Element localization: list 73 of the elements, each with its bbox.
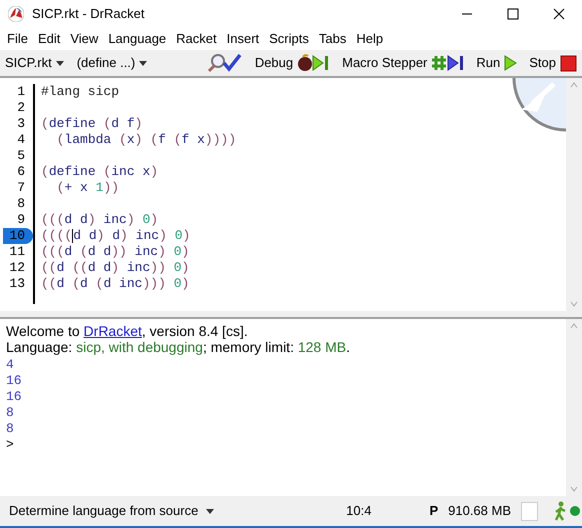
menu-item[interactable]: View xyxy=(65,29,104,49)
language-dropdown[interactable]: Determine language from source xyxy=(9,501,214,521)
status-box xyxy=(521,502,538,520)
stop-icon xyxy=(560,54,577,72)
drracket-link[interactable]: DrRacket xyxy=(84,323,142,339)
line-number: 1 xyxy=(17,84,26,100)
line-number: 7 xyxy=(17,180,26,196)
status-dot-icon xyxy=(570,506,580,516)
line-number: 6 xyxy=(17,164,26,180)
line-number: 5 xyxy=(17,148,26,164)
line-number: 13 xyxy=(9,276,26,292)
scroll-down-icon[interactable] xyxy=(570,486,578,492)
maximize-icon[interactable] xyxy=(507,8,519,20)
repl-prompt: > xyxy=(6,437,14,452)
scrollbar[interactable] xyxy=(566,319,582,496)
code-line: (define (inc x) xyxy=(41,164,158,180)
menu-item[interactable]: Language xyxy=(103,29,172,49)
result-value: 16 xyxy=(6,389,22,404)
menu-item[interactable]: Racket xyxy=(171,29,222,49)
code-line: (((d d) inc) 0) xyxy=(41,212,158,228)
result-value: 4 xyxy=(6,357,14,372)
code-line: ((d (d (d inc))) 0) xyxy=(41,276,190,292)
line-number: 12 xyxy=(9,260,26,276)
line-number: 11 xyxy=(9,244,26,260)
code-line: ((((d d) d) inc) 0) xyxy=(41,228,190,244)
run-button[interactable]: Run xyxy=(476,53,518,73)
line-number: 10 xyxy=(3,228,33,244)
scroll-up-icon[interactable] xyxy=(570,82,578,88)
line-number: 2 xyxy=(17,100,26,116)
result-value: 8 xyxy=(6,421,14,436)
language-text: Language: sicp, with debugging; memory limit: 128 MB. xyxy=(6,339,351,355)
result-value: 16 xyxy=(6,373,22,388)
walking-figure-icon xyxy=(554,501,568,521)
code-line: ((d ((d d) inc)) 0) xyxy=(41,260,190,276)
menu-item[interactable]: Scripts xyxy=(264,29,314,49)
memory-usage: 910.68 MB xyxy=(448,502,511,520)
definitions-dropdown[interactable]: (define ...) xyxy=(76,53,148,73)
debug-button[interactable]: Debug xyxy=(254,53,332,73)
caret-icon xyxy=(56,60,64,66)
stop-button[interactable]: Stop xyxy=(529,53,577,73)
cursor-position: 10:4 xyxy=(346,502,372,520)
scroll-down-icon[interactable] xyxy=(570,301,578,307)
menu-item[interactable]: Help xyxy=(351,29,388,49)
close-icon[interactable] xyxy=(553,8,565,20)
arrow-badge-icon xyxy=(510,78,566,134)
macro-stepper-button[interactable]: Macro Stepper xyxy=(342,53,466,73)
scrollbar[interactable] xyxy=(566,78,582,311)
menu-item[interactable]: File xyxy=(2,29,33,49)
menu-item[interactable]: Tabs xyxy=(314,29,352,49)
app-logo-icon xyxy=(8,6,24,22)
check-syntax-icon[interactable] xyxy=(208,53,242,73)
text-cursor xyxy=(72,229,74,243)
menu-item[interactable]: Insert xyxy=(222,29,264,49)
line-number: 8 xyxy=(17,196,26,212)
code-line: (lambda (x) (f (f x)))) xyxy=(56,132,236,148)
code-line: #lang sicp xyxy=(41,84,120,100)
hash-play-icon xyxy=(431,54,466,72)
welcome-text: Welcome to DrRacket, version 8.4 [cs]. xyxy=(6,323,249,339)
play-icon xyxy=(504,54,518,72)
code-line: (+ x 1)) xyxy=(56,180,120,196)
line-number: 4 xyxy=(17,132,26,148)
menu-item[interactable]: Edit xyxy=(32,29,66,49)
scroll-up-icon[interactable] xyxy=(570,323,578,329)
line-number: 9 xyxy=(17,212,26,228)
window-title: SICP.rkt - DrRacket xyxy=(32,5,144,24)
caret-icon xyxy=(139,60,148,66)
code-line: (((d (d d)) inc) 0) xyxy=(41,244,190,260)
caret-icon xyxy=(206,508,214,514)
code-line: (define (d f) xyxy=(41,116,142,132)
file-dropdown[interactable]: SICP.rkt xyxy=(5,53,76,73)
result-value: 8 xyxy=(6,405,14,420)
p-label: P xyxy=(429,502,438,520)
line-number: 3 xyxy=(17,116,26,132)
